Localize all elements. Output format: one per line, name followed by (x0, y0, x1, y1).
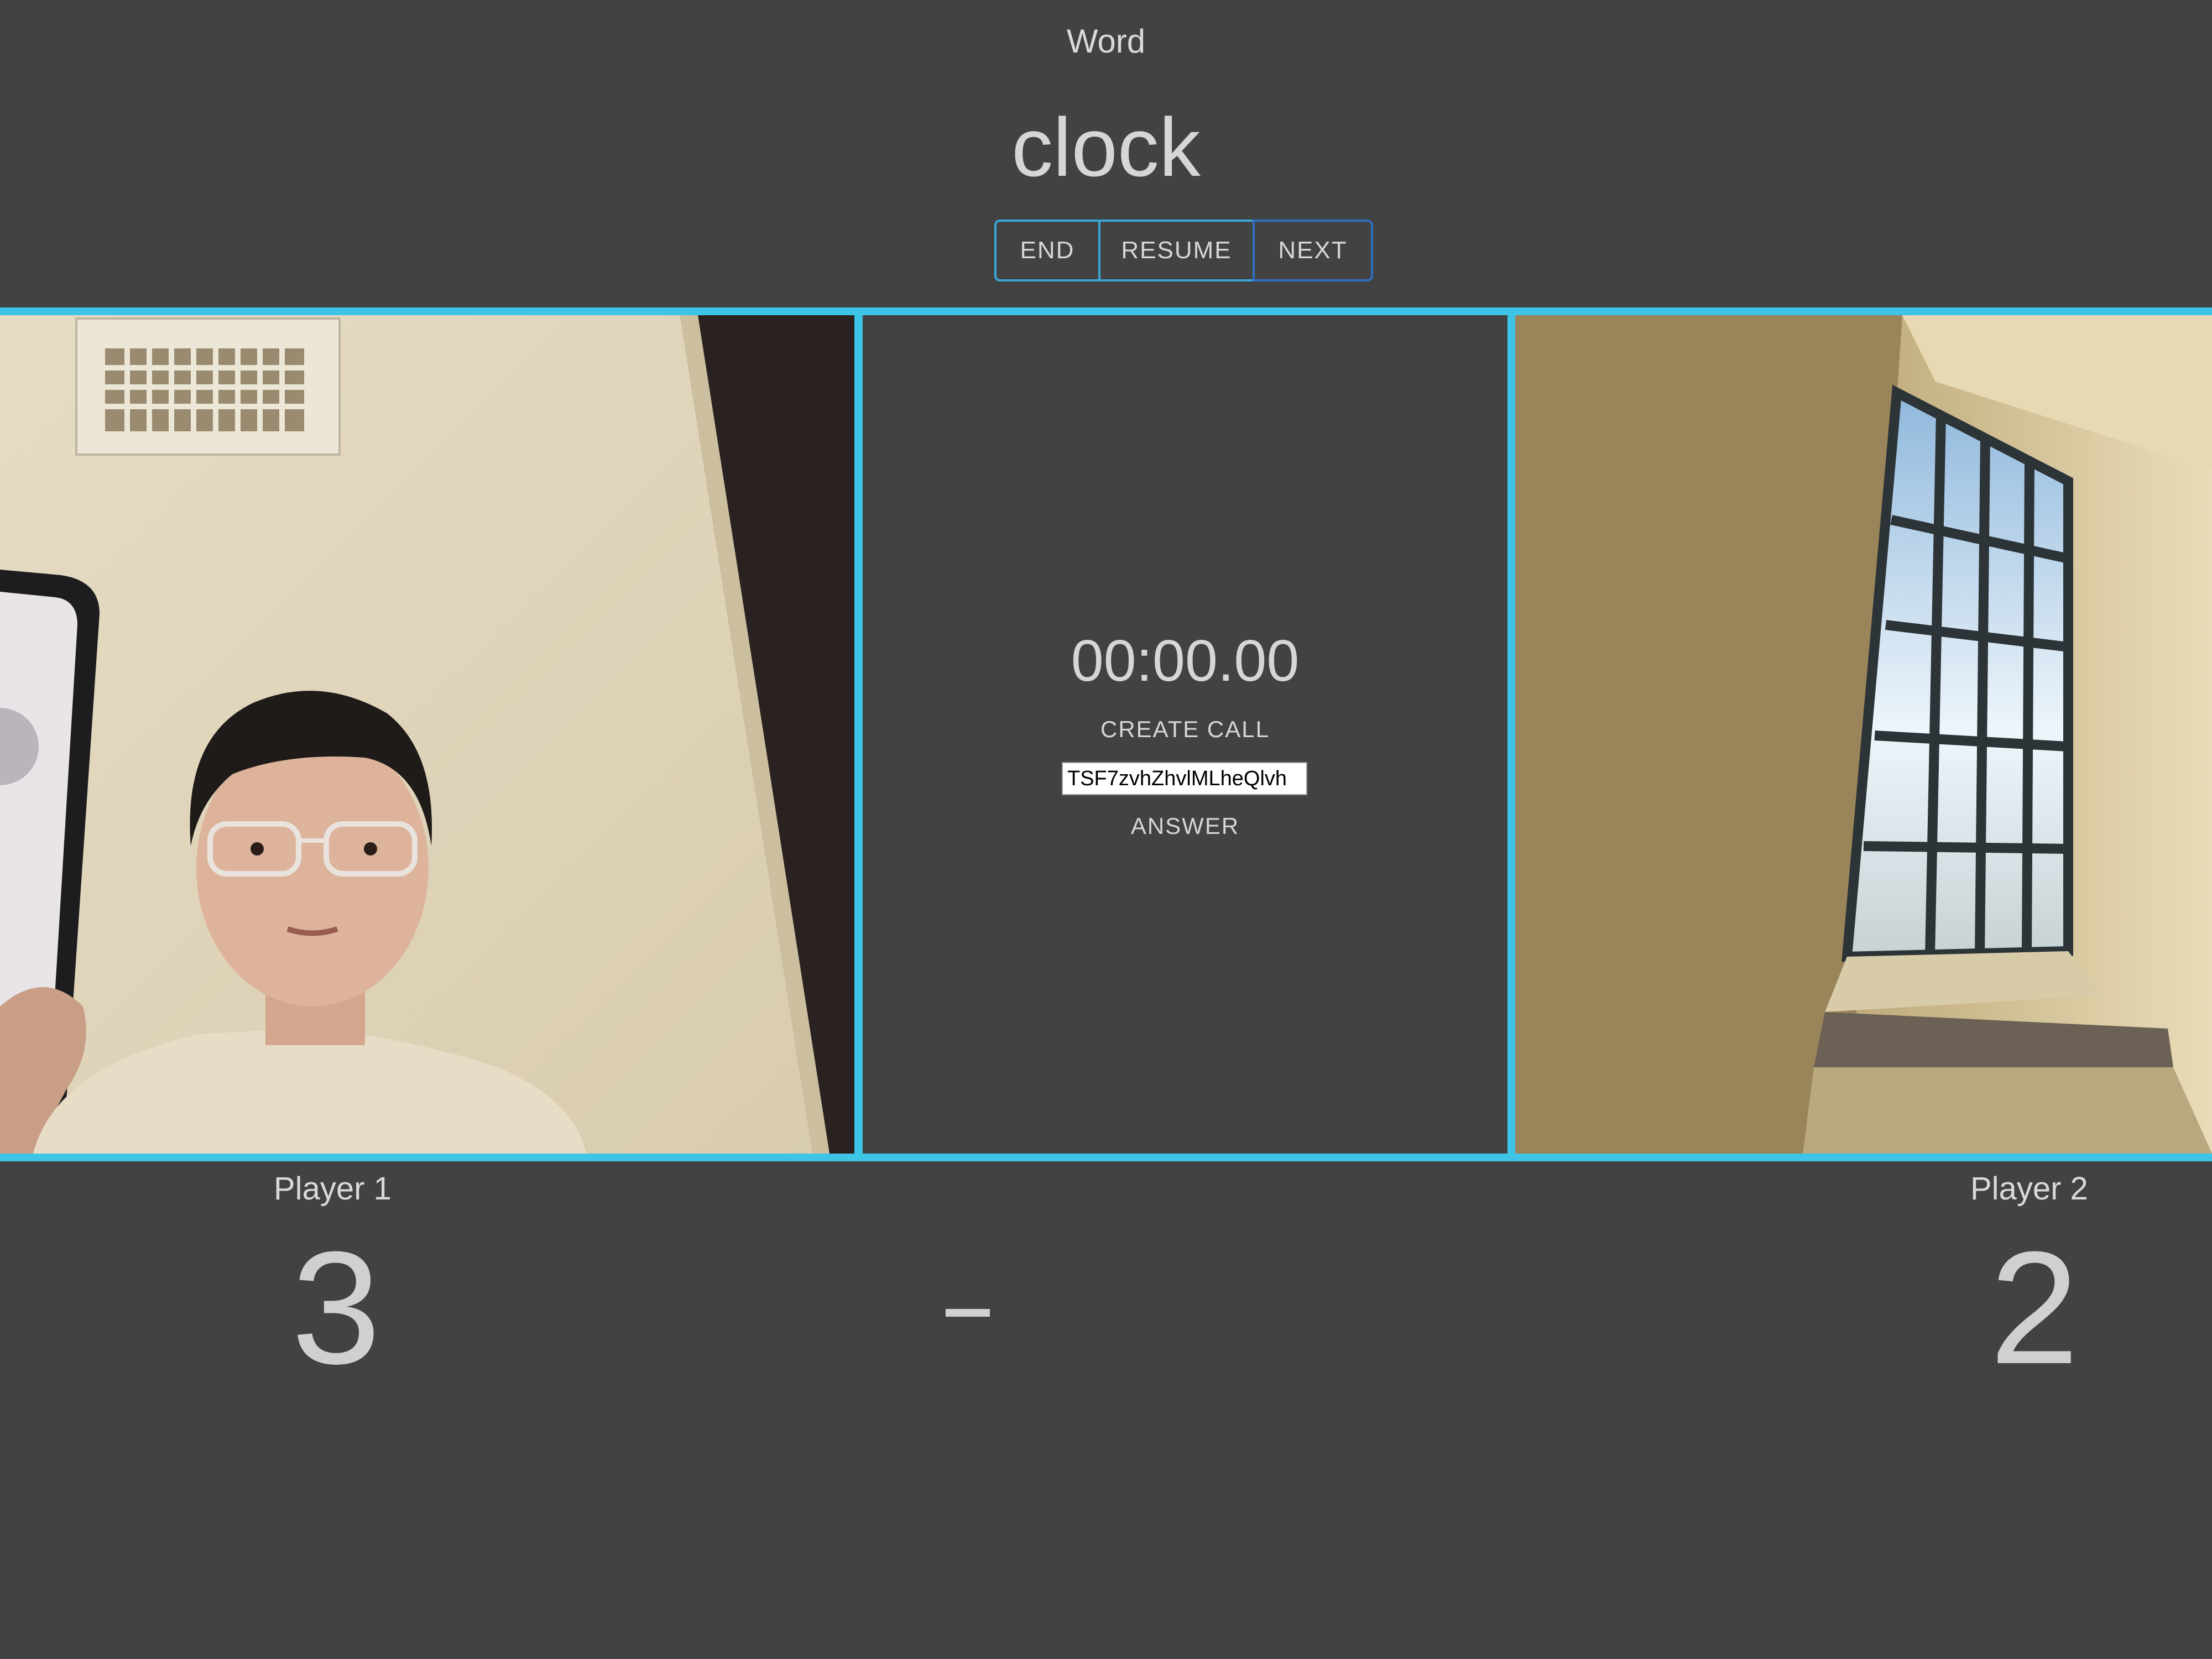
game-screen: Word clock END RESUME NEXT 00:00.00 CREA… (0, 0, 2212, 1659)
create-call-button[interactable]: CREATE CALL (863, 716, 1507, 743)
word-label: Word (1066, 23, 1146, 60)
player-2-score: 2 (1990, 1218, 2079, 1397)
player-2-label: Player 2 (1970, 1171, 2088, 1207)
next-button[interactable]: NEXT (1253, 220, 1373, 281)
resume-button[interactable]: RESUME (1098, 220, 1255, 281)
video-stage: 00:00.00 CREATE CALL ANSWER (0, 307, 2212, 1161)
call-id-input[interactable] (1062, 762, 1307, 795)
player-2-camera-feed (1515, 315, 2212, 1154)
player-1-camera-feed (0, 315, 854, 1154)
player-1-video (0, 315, 854, 1154)
round-timer: 00:00.00 (1071, 628, 1300, 693)
player-1-label: Player 1 (274, 1171, 392, 1207)
call-panel: 00:00.00 CREATE CALL ANSWER (863, 315, 1507, 1154)
player-2-video (1515, 315, 2212, 1154)
current-word: clock (1011, 101, 1201, 194)
player-1-score: 3 (291, 1218, 381, 1397)
end-button[interactable]: END (994, 220, 1100, 281)
game-controls: END RESUME NEXT (994, 220, 1373, 281)
answer-button[interactable]: ANSWER (863, 813, 1507, 839)
score-separator (946, 1309, 990, 1317)
